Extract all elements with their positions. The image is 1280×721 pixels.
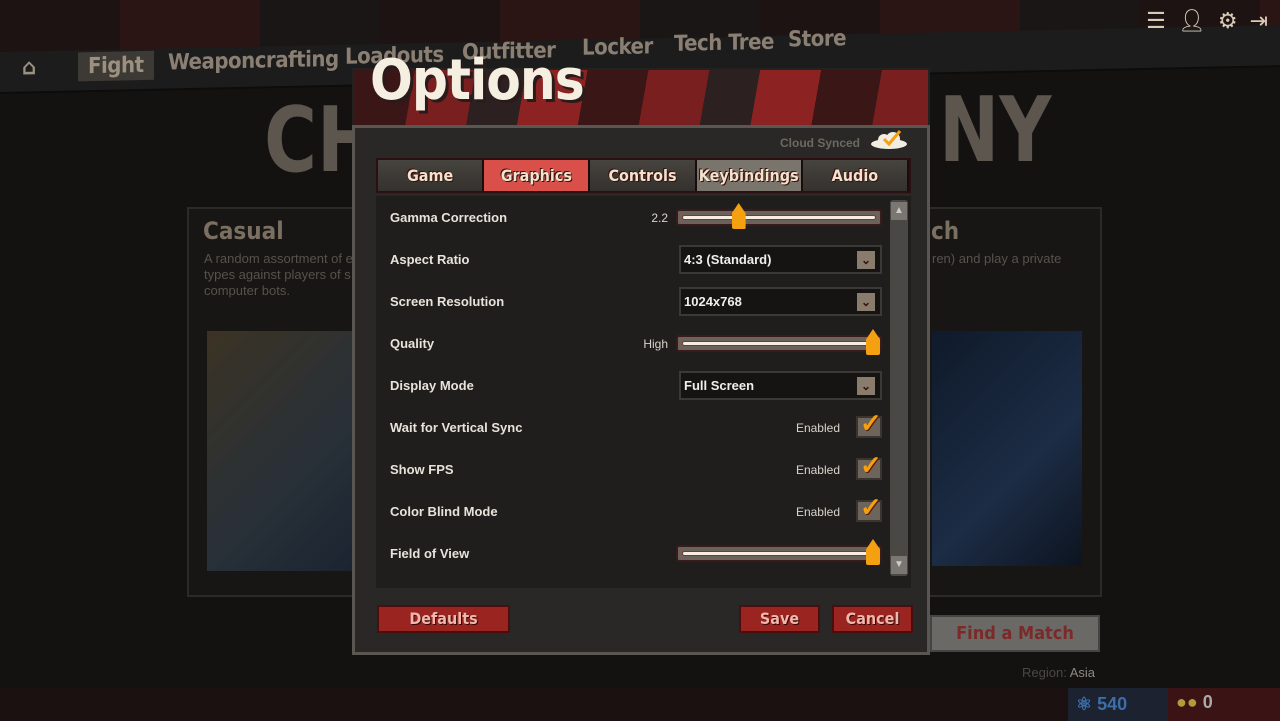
setting-label: Screen Resolution — [390, 294, 505, 309]
setting-value: 2.2 — [651, 211, 668, 225]
region: Region: Asia — [1022, 665, 1095, 680]
right-mode-desc: ren) and play a private — [932, 251, 1062, 266]
currency-blue: ⚛ 540 — [1068, 688, 1168, 721]
slider-thumb[interactable] — [731, 203, 746, 229]
options-tabs: Game Graphics Controls Keybindings Audio — [376, 158, 911, 193]
atom-icon: ⚛ — [1076, 694, 1093, 714]
gold-amount: 0 — [1202, 692, 1213, 712]
setting-slider[interactable] — [676, 539, 882, 565]
private-art[interactable] — [932, 331, 1082, 566]
setting-select[interactable]: 4:3 (Standard) ⌄ — [679, 245, 882, 274]
setting-slider[interactable] — [676, 203, 882, 229]
top-icons: ☰ 👤︎ ⚙ ⇥ — [1146, 8, 1268, 34]
setting-label: Display Mode — [390, 378, 474, 393]
tab-game[interactable]: Game — [378, 160, 485, 191]
setting-select[interactable]: Full Screen ⌄ — [679, 371, 882, 400]
currency-gold: ●● 0 — [1168, 688, 1280, 721]
setting-label: Field of View — [390, 546, 470, 561]
save-button[interactable]: Save — [739, 605, 820, 633]
checkmark-icon: ✓ — [860, 492, 882, 522]
leaderboard-icon[interactable]: ☰ — [1146, 8, 1166, 34]
setting-value: Enabled — [795, 463, 840, 477]
nav-store[interactable]: Store — [788, 26, 846, 52]
scrollbar[interactable]: ▲ ▼ — [890, 200, 908, 576]
nav-weaponcrafting[interactable]: Weaponcrafting — [168, 47, 339, 76]
profile-icon[interactable]: 👤︎ — [1178, 8, 1206, 34]
setting-checkbox[interactable]: ✓ — [856, 408, 882, 438]
coins-icon: ●● — [1176, 692, 1198, 712]
setting-checkbox[interactable]: ✓ — [856, 450, 882, 480]
setting-value: High — [643, 337, 668, 351]
setting-select[interactable]: 1024x768 ⌄ — [679, 287, 882, 316]
setting-row: Wait for Vertical Sync Enabled ✓ — [390, 408, 890, 443]
setting-row: Aspect Ratio 4:3 (Standard) ⌄ — [390, 245, 890, 275]
slider-track — [682, 341, 876, 346]
slider-track — [682, 215, 876, 220]
find-match-button[interactable]: Find a Match — [930, 615, 1100, 652]
slider-track — [682, 551, 876, 556]
gear-icon[interactable]: ⚙ — [1218, 8, 1238, 34]
chevron-down-icon[interactable]: ⌄ — [857, 377, 875, 395]
home-icon[interactable]: ⌂ — [22, 55, 36, 80]
nav-tech-tree[interactable]: Tech Tree — [674, 30, 774, 57]
scroll-up-icon[interactable]: ▲ — [891, 202, 907, 220]
nav-fight[interactable]: Fight — [78, 50, 154, 82]
setting-label: Color Blind Mode — [390, 504, 498, 519]
tab-audio[interactable]: Audio — [802, 160, 910, 191]
setting-row: Display Mode Full Screen ⌄ — [390, 371, 890, 401]
setting-slider[interactable] — [676, 329, 882, 355]
nav-locker[interactable]: Locker — [582, 34, 653, 60]
bg-title-right: NY — [939, 78, 1052, 183]
chevron-down-icon[interactable]: ⌄ — [857, 251, 875, 269]
tab-controls[interactable]: Controls — [590, 160, 697, 191]
setting-row: Color Blind Mode Enabled ✓ — [390, 492, 890, 527]
setting-row: Show FPS Enabled ✓ — [390, 450, 890, 485]
select-value: Full Screen — [684, 378, 755, 393]
cancel-button[interactable]: Cancel — [832, 605, 913, 633]
setting-row: Field of View — [390, 539, 890, 569]
tab-graphics[interactable]: Graphics — [484, 160, 591, 191]
defaults-button[interactable]: Defaults — [377, 605, 510, 633]
setting-label: Show FPS — [390, 462, 454, 477]
checkmark-icon: ✓ — [860, 450, 882, 480]
select-value: 1024x768 — [684, 294, 742, 309]
setting-label: Gamma Correction — [390, 210, 508, 225]
setting-row: Screen Resolution 1024x768 ⌄ — [390, 287, 890, 317]
scroll-down-icon[interactable]: ▼ — [891, 556, 907, 574]
setting-label: Wait for Vertical Sync — [390, 420, 523, 435]
select-value: 4:3 (Standard) — [684, 252, 772, 267]
exit-icon[interactable]: ⇥ — [1250, 8, 1268, 34]
casual-art[interactable] — [207, 331, 357, 571]
slider-thumb[interactable] — [866, 329, 880, 355]
setting-value: Enabled — [795, 421, 840, 435]
setting-row: Quality High — [390, 329, 890, 359]
cloud-synced-icon — [871, 130, 907, 149]
casual-title: Casual — [203, 217, 284, 245]
cloud-status: Cloud Synced — [780, 136, 861, 150]
region-value: Asia — [1069, 665, 1096, 680]
casual-desc: A random assortment of e types against p… — [204, 251, 353, 298]
setting-row: Gamma Correction 2.2 — [390, 203, 890, 233]
blue-amount: 540 — [1097, 694, 1128, 714]
modal-title: Options — [370, 48, 585, 113]
setting-label: Quality — [390, 336, 435, 351]
setting-label: Aspect Ratio — [390, 252, 470, 267]
tab-keybindings[interactable]: Keybindings — [696, 160, 803, 191]
region-label: Region: — [1022, 665, 1067, 680]
checkmark-icon: ✓ — [860, 408, 882, 438]
slider-thumb[interactable] — [866, 539, 880, 565]
setting-checkbox[interactable]: ✓ — [856, 492, 882, 522]
right-mode-title: ch — [931, 217, 960, 245]
setting-value: Enabled — [795, 505, 840, 519]
settings-list: Gamma Correction 2.2 Aspect Ratio 4:3 (Sta… — [376, 196, 911, 588]
chevron-down-icon[interactable]: ⌄ — [857, 293, 875, 311]
